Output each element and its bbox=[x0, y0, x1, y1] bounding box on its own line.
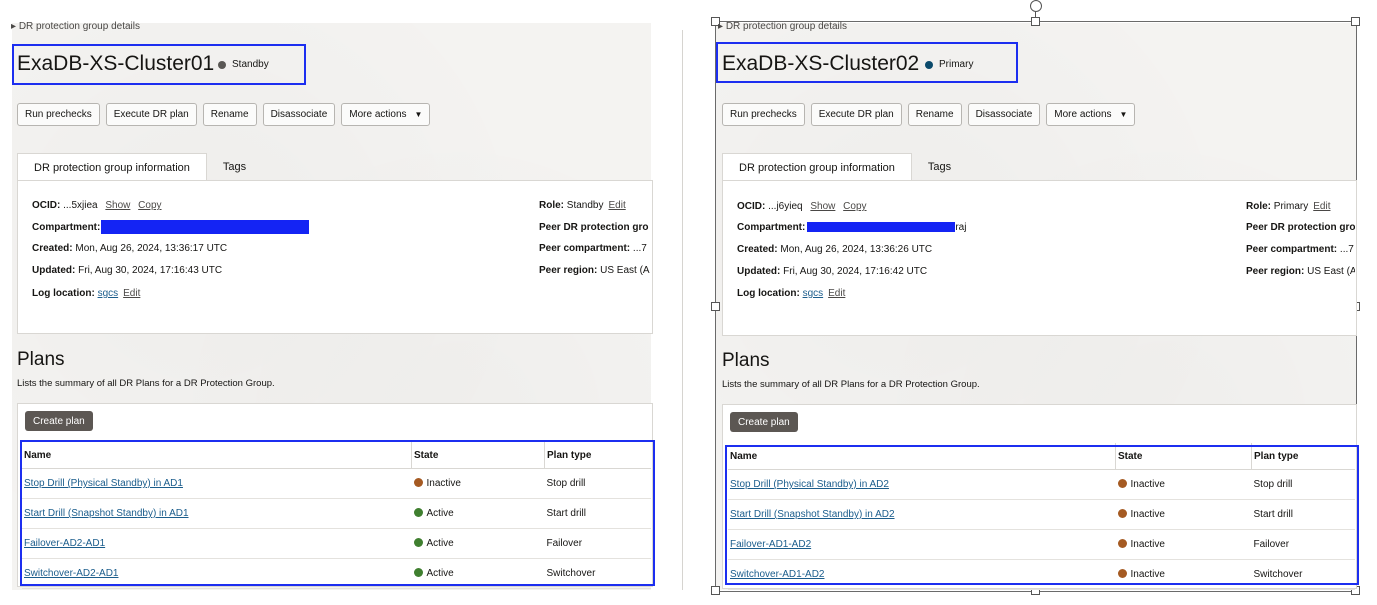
plans-heading: Plans bbox=[17, 349, 65, 370]
redacted-compartment bbox=[101, 220, 309, 234]
role-edit-link[interactable]: Edit bbox=[608, 200, 625, 211]
tab-dr-group-information[interactable]: DR protection group information bbox=[722, 153, 912, 181]
log-edit-link[interactable]: Edit bbox=[828, 288, 845, 299]
status-badge: Standby bbox=[218, 59, 269, 70]
create-plan-button[interactable]: Create plan bbox=[25, 411, 93, 431]
role-field: Role: Standby Edit bbox=[539, 200, 626, 211]
resize-handle[interactable] bbox=[1351, 17, 1360, 26]
updated-field: Updated: Fri, Aug 30, 2024, 17:16:43 UTC bbox=[32, 265, 223, 276]
resize-handle[interactable] bbox=[1031, 17, 1040, 26]
more-actions-button[interactable]: More actions ▼ bbox=[341, 103, 431, 126]
log-location-field: Log location: sgcs Edit bbox=[737, 288, 846, 299]
status-dot-icon bbox=[218, 60, 226, 69]
action-toolbar: Run prechecks Execute DR plan Rename Dis… bbox=[722, 103, 1136, 126]
created-field: Created: Mon, Aug 26, 2024, 13:36:17 UTC bbox=[32, 243, 228, 254]
resize-handle[interactable] bbox=[711, 302, 720, 311]
peer-group-field: Peer DR protection gro bbox=[1246, 222, 1355, 233]
redacted-compartment bbox=[807, 222, 955, 232]
log-location-field: Log location: sgcs Edit bbox=[32, 288, 141, 299]
peer-compartment-field: Peer compartment: ...7 bbox=[539, 243, 647, 254]
rename-button[interactable]: Rename bbox=[202, 103, 257, 126]
status-badge: Primary bbox=[925, 59, 973, 70]
show-link[interactable]: Show bbox=[105, 200, 130, 211]
compartment-field: Compartment: bbox=[32, 222, 101, 233]
table-highlight bbox=[725, 445, 1359, 585]
log-location-link[interactable]: sgcs bbox=[98, 288, 119, 299]
execute-dr-plan-button[interactable]: Execute DR plan bbox=[810, 103, 902, 126]
tab-dr-group-information[interactable]: DR protection group information bbox=[17, 153, 207, 181]
create-plan-button[interactable]: Create plan bbox=[730, 412, 798, 432]
copy-link[interactable]: Copy bbox=[843, 201, 866, 212]
breadcrumb-text[interactable]: DR protection group details bbox=[19, 21, 140, 32]
show-link[interactable]: Show bbox=[810, 201, 835, 212]
peer-group-field: Peer DR protection gro bbox=[539, 222, 649, 233]
copy-link[interactable]: Copy bbox=[138, 200, 161, 211]
page-title: ExaDB-XS-Cluster02 bbox=[722, 52, 920, 75]
peer-region-field: Peer region: US East (A bbox=[539, 265, 650, 276]
action-toolbar: Run prechecks Execute DR plan Rename Dis… bbox=[17, 103, 431, 126]
rotate-handle-icon[interactable] bbox=[1030, 0, 1042, 12]
caret-down-icon: ▼ bbox=[414, 110, 423, 119]
tab-bar: DR protection group information Tags bbox=[17, 153, 262, 181]
plans-description: Lists the summary of all DR Plans for a … bbox=[17, 378, 275, 389]
updated-field: Updated: Fri, Aug 30, 2024, 17:16:42 UTC bbox=[737, 266, 928, 277]
log-location-link[interactable]: sgcs bbox=[803, 288, 824, 299]
role-edit-link[interactable]: Edit bbox=[1313, 201, 1330, 212]
peer-region-field: Peer region: US East (A bbox=[1246, 266, 1355, 277]
tab-bar: DR protection group information Tags bbox=[722, 153, 967, 181]
panel-divider bbox=[682, 30, 683, 590]
status-dot-icon bbox=[925, 60, 933, 69]
created-field: Created: Mon, Aug 26, 2024, 13:36:26 UTC bbox=[737, 244, 933, 255]
rotate-handle-stem bbox=[1035, 11, 1036, 18]
peer-compartment-field: Peer compartment: ...7 bbox=[1246, 244, 1354, 255]
caret-down-icon: ▼ bbox=[1119, 110, 1128, 119]
more-actions-button[interactable]: More actions ▼ bbox=[1046, 103, 1136, 126]
ocid-field: OCID: ...j6yieq Show Copy bbox=[737, 201, 867, 212]
rename-button[interactable]: Rename bbox=[907, 103, 962, 126]
plans-heading: Plans bbox=[722, 350, 770, 371]
resize-handle[interactable] bbox=[711, 586, 720, 595]
breadcrumb[interactable]: ▸ DR protection group details bbox=[11, 21, 140, 32]
plans-description: Lists the summary of all DR Plans for a … bbox=[722, 379, 980, 390]
run-prechecks-button[interactable]: Run prechecks bbox=[722, 103, 805, 126]
disassociate-button[interactable]: Disassociate bbox=[967, 103, 1041, 126]
run-prechecks-button[interactable]: Run prechecks bbox=[17, 103, 100, 126]
page-title: ExaDB-XS-Cluster01 bbox=[17, 52, 215, 75]
table-highlight bbox=[20, 440, 655, 586]
breadcrumb[interactable]: ▸ DR protection group details bbox=[718, 21, 847, 32]
ocid-field: OCID: ...5xjiea Show Copy bbox=[32, 200, 162, 211]
execute-dr-plan-button[interactable]: Execute DR plan bbox=[105, 103, 197, 126]
log-edit-link[interactable]: Edit bbox=[123, 288, 140, 299]
breadcrumb-text[interactable]: DR protection group details bbox=[726, 21, 847, 32]
role-field: Role: Primary Edit bbox=[1246, 201, 1331, 212]
tab-tags[interactable]: Tags bbox=[912, 153, 967, 180]
tab-tags[interactable]: Tags bbox=[207, 153, 262, 180]
disassociate-button[interactable]: Disassociate bbox=[262, 103, 336, 126]
